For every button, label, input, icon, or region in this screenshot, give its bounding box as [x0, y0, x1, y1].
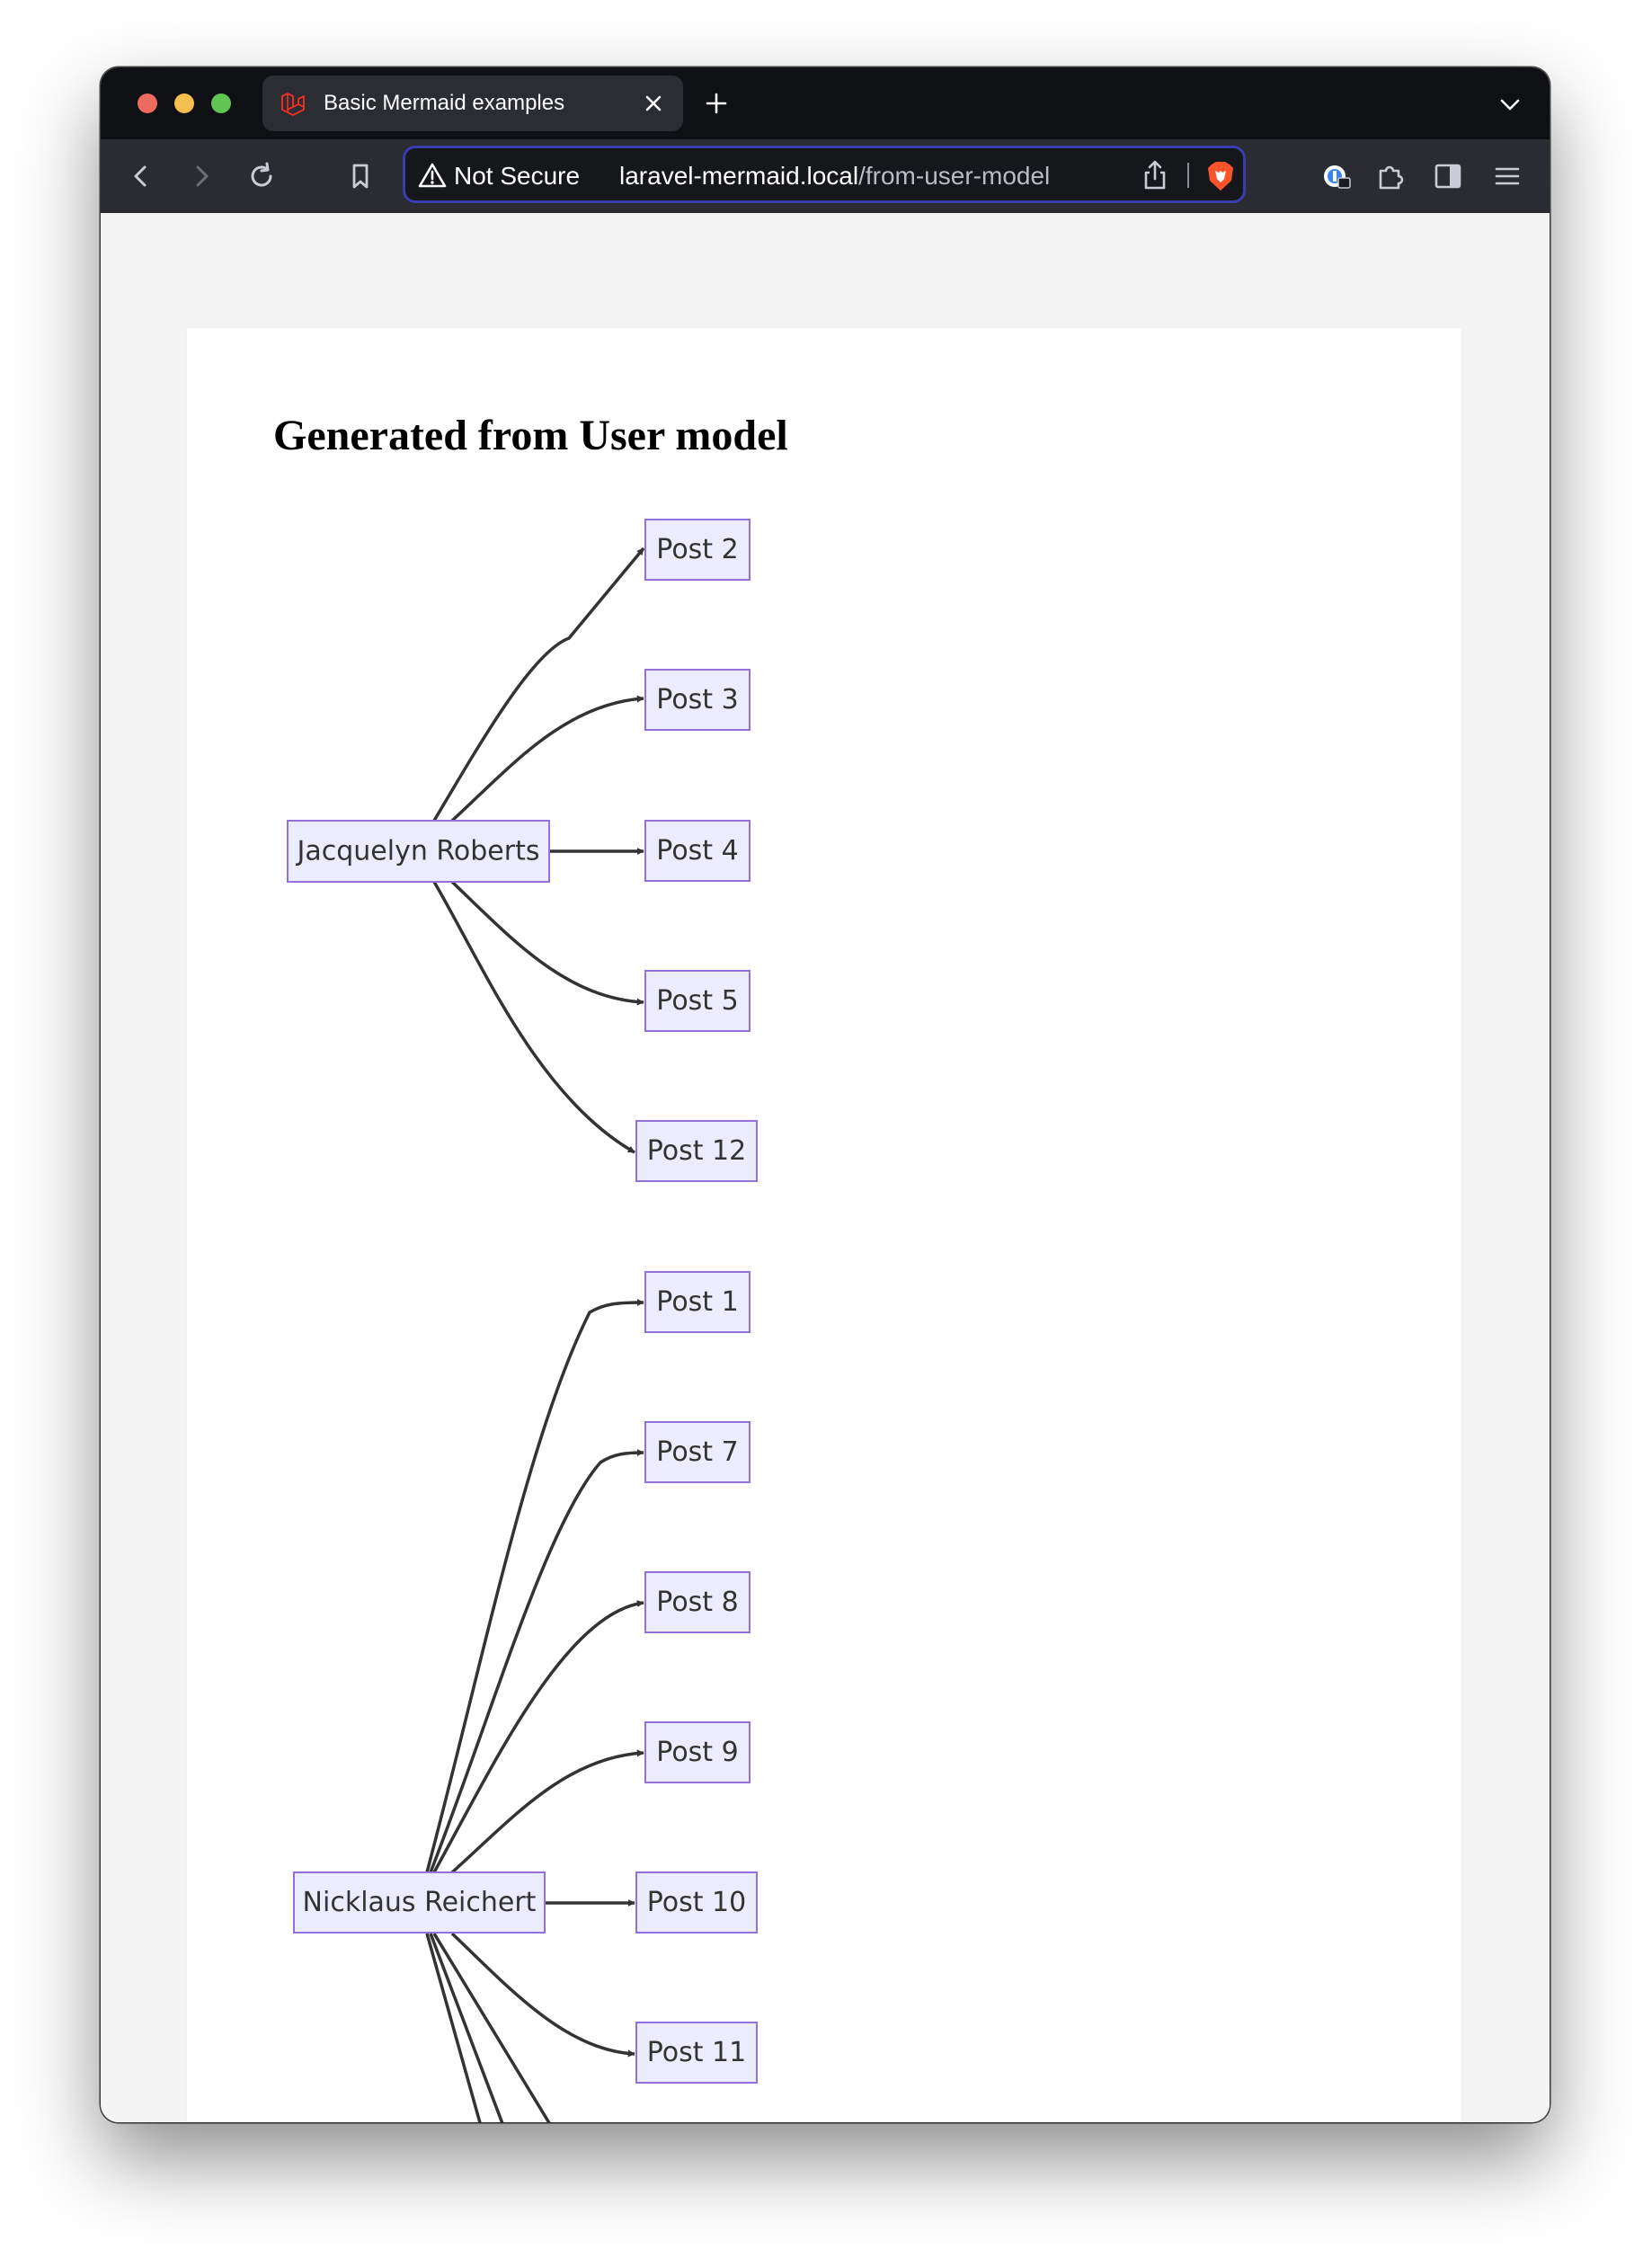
node-nicklaus-reichert: Nicklaus Reichert	[293, 1871, 546, 1934]
chevron-down-icon[interactable]	[1498, 95, 1522, 113]
node-post-5: Post 5	[644, 970, 751, 1032]
node-label: Post 4	[656, 835, 738, 867]
node-label: Post 10	[647, 1887, 746, 1918]
node-label: Post 12	[647, 1135, 746, 1167]
menu-icon[interactable]	[1492, 161, 1523, 191]
password-manager-icon[interactable]	[1321, 161, 1352, 191]
brave-shields-icon[interactable]	[1205, 159, 1236, 193]
address-bar-divider	[1187, 163, 1189, 188]
node-label: Post 3	[656, 684, 738, 716]
node-post-11: Post 11	[635, 2022, 758, 2084]
node-label: Post 2	[656, 534, 738, 565]
edge-u2-p8	[432, 1600, 644, 1873]
node-label: Post 1	[656, 1286, 738, 1318]
edge-u2-p9	[450, 1749, 644, 1874]
node-post-7: Post 7	[644, 1421, 751, 1483]
url-host: laravel-mermaid.local	[619, 162, 859, 190]
node-label: Post 11	[647, 2037, 746, 2068]
edge-u2-p11	[450, 1932, 635, 2058]
node-post-3: Post 3	[644, 669, 751, 731]
node-label: Nicklaus Reichert	[303, 1887, 537, 1918]
address-bar[interactable]: Not Secure laravel-mermaid.local/from-us…	[403, 146, 1246, 203]
tab-active[interactable]: Basic Mermaid examples	[262, 76, 683, 131]
mermaid-diagram: Jacquelyn Roberts Post 2 Post 3 Post 4 P…	[287, 519, 758, 2122]
minimize-window-button[interactable]	[174, 93, 194, 113]
page-viewport: Generated from User model Jacquelyn Robe…	[101, 213, 1550, 2122]
content-card: Generated from User model Jacquelyn Robe…	[187, 328, 1461, 2122]
close-icon[interactable]	[642, 92, 665, 115]
navigation-toolbar: Not Secure laravel-mermaid.local/from-us…	[101, 139, 1550, 213]
node-post-10: Post 10	[635, 1871, 758, 1934]
laravel-logo-icon	[281, 93, 305, 116]
node-post-8: Post 8	[644, 1571, 751, 1633]
edge-u1-p3	[450, 695, 644, 822]
node-label: Post 5	[656, 985, 738, 1017]
node-label: Post 7	[656, 1436, 738, 1468]
node-jacquelyn-roberts: Jacquelyn Roberts	[287, 820, 550, 883]
extensions-icon[interactable]	[1375, 161, 1406, 191]
browser-window: Basic Mermaid examples Not Secure larave…	[101, 67, 1550, 2122]
close-window-button[interactable]	[138, 93, 157, 113]
title-bar: Basic Mermaid examples	[101, 67, 1550, 139]
warning-icon[interactable]	[418, 162, 447, 189]
url-path: /from-user-model	[858, 162, 1051, 190]
share-icon[interactable]	[1141, 159, 1169, 191]
tab-title: Basic Mermaid examples	[324, 91, 565, 115]
edge-u1-p5	[450, 880, 644, 1006]
zoom-window-button[interactable]	[211, 93, 231, 113]
node-post-2: Post 2	[644, 519, 751, 581]
node-label: Post 8	[656, 1587, 738, 1618]
sidebar-icon[interactable]	[1433, 161, 1463, 191]
node-label: Jacquelyn Roberts	[296, 836, 540, 867]
reload-icon[interactable]	[246, 161, 277, 191]
edge-u2-cut-a	[425, 1933, 482, 2122]
node-label: Post 9	[656, 1737, 738, 1768]
node-post-9: Post 9	[644, 1721, 751, 1783]
edge-u2-p7	[429, 1449, 644, 1873]
node-post-4: Post 4	[644, 820, 751, 882]
bookmark-icon[interactable]	[345, 161, 376, 191]
back-icon[interactable]	[126, 161, 156, 191]
node-post-1: Post 1	[644, 1271, 751, 1333]
url-text[interactable]: laravel-mermaid.local/from-user-model	[619, 162, 1050, 191]
forward-icon[interactable]	[186, 161, 217, 191]
plus-icon[interactable]	[705, 92, 728, 115]
edge-u1-p2	[432, 547, 645, 822]
security-label[interactable]: Not Secure	[454, 162, 580, 191]
node-post-12: Post 12	[635, 1120, 758, 1182]
edge-u1-p12	[432, 881, 635, 1154]
